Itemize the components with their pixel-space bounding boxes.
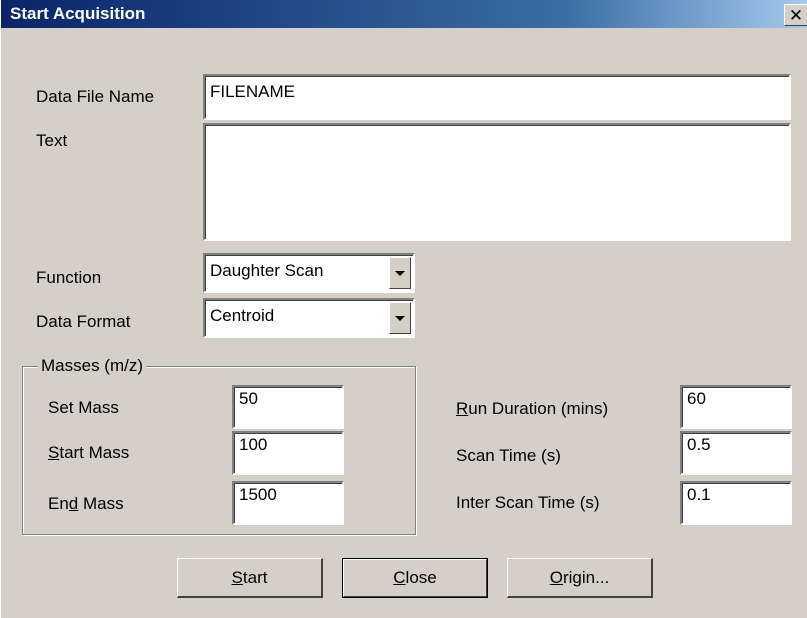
scan-time-input[interactable]: 0.5 bbox=[680, 431, 792, 475]
start-button-label: tart bbox=[242, 567, 268, 587]
data-file-name-label: Data File Name bbox=[36, 87, 155, 106]
run-duration-value: 60 bbox=[687, 389, 706, 408]
start-mass-value: 100 bbox=[239, 435, 268, 454]
run-duration-accel-key: R bbox=[456, 399, 469, 418]
function-dropdown-arrow-icon[interactable] bbox=[389, 257, 411, 289]
inter-scan-time-label: Inter Scan Time (s) bbox=[456, 493, 600, 512]
origin-accel-key: O bbox=[549, 567, 563, 587]
start-mass-accel-key: S bbox=[48, 443, 60, 462]
data-file-name-input[interactable]: FILENAME bbox=[203, 74, 791, 120]
scan-time-label: Scan Time (s) bbox=[456, 446, 561, 465]
data-file-name-value: FILENAME bbox=[210, 82, 296, 101]
inter-scan-time-value: 0.1 bbox=[687, 485, 711, 504]
data-format-dropdown-arrow-icon[interactable] bbox=[389, 302, 411, 334]
start-button[interactable]: Start bbox=[177, 558, 323, 598]
start-mass-input[interactable]: 100 bbox=[232, 431, 344, 475]
run-duration-label-text: un Duration (mins) bbox=[468, 399, 609, 418]
close-window-button[interactable]: ✕ bbox=[784, 4, 807, 26]
text-label: Text bbox=[36, 131, 68, 150]
title-bar[interactable]: Start Acquisition ✕ bbox=[1, 0, 807, 28]
scan-time-value: 0.5 bbox=[687, 435, 711, 454]
run-duration-input[interactable]: 60 bbox=[680, 385, 792, 429]
masses-group-label: Masses (m/z) bbox=[38, 356, 146, 376]
set-mass-value: 50 bbox=[239, 389, 258, 408]
run-duration-label: Run Duration (mins) bbox=[456, 399, 608, 419]
close-button-label: lose bbox=[405, 568, 437, 587]
text-input[interactable] bbox=[203, 123, 791, 241]
window-title: Start Acquisition bbox=[10, 4, 146, 23]
function-value: Daughter Scan bbox=[210, 261, 324, 280]
function-label: Function bbox=[36, 268, 102, 287]
start-mass-label: Start Mass bbox=[48, 443, 129, 463]
set-mass-input[interactable]: 50 bbox=[232, 385, 344, 429]
start-mass-label-text: tart Mass bbox=[59, 443, 130, 462]
end-mass-label: End Mass bbox=[48, 494, 124, 514]
end-mass-value: 1500 bbox=[239, 485, 277, 504]
data-format-value: Centroid bbox=[210, 306, 275, 325]
set-mass-label: Set Mass bbox=[48, 398, 119, 417]
function-select[interactable]: Daughter Scan bbox=[203, 253, 415, 293]
origin-button[interactable]: Origin... bbox=[507, 558, 653, 598]
start-acquisition-dialog: Start Acquisition ✕ Data File Name FILEN… bbox=[0, 0, 807, 618]
close-icon: ✕ bbox=[788, 5, 804, 25]
end-mass-accel-key: d bbox=[68, 494, 79, 513]
close-accel-key: C bbox=[393, 568, 406, 587]
end-mass-label-pre: En bbox=[48, 494, 69, 513]
inter-scan-time-input[interactable]: 0.1 bbox=[680, 481, 792, 525]
origin-button-label: rigin... bbox=[562, 567, 610, 587]
data-format-label: Data Format bbox=[36, 312, 131, 331]
start-accel-key: S bbox=[231, 567, 243, 587]
close-button[interactable]: Close bbox=[342, 558, 488, 598]
end-mass-input[interactable]: 1500 bbox=[232, 481, 344, 525]
data-format-select[interactable]: Centroid bbox=[203, 298, 415, 338]
end-mass-label-post: Mass bbox=[78, 494, 124, 513]
